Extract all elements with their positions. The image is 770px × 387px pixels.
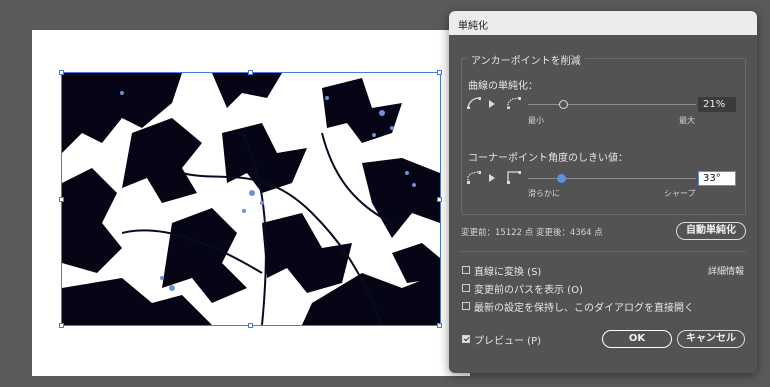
corner-threshold-label: コーナーポイント角度のしきい値：	[468, 153, 628, 164]
curve-slider-track[interactable]	[528, 104, 696, 105]
selection-handle[interactable]	[248, 70, 253, 75]
show-original-path-label: 変更前のパスを表示 (O)	[474, 285, 583, 296]
convert-straight-checkbox[interactable]	[462, 266, 470, 274]
selection-bounding-box	[61, 72, 441, 326]
corner-value-input[interactable]: 33°	[698, 171, 736, 186]
selection-handle[interactable]	[437, 70, 442, 75]
show-original-path-checkbox[interactable]	[462, 284, 470, 292]
dialog-title: 単純化	[458, 21, 488, 32]
corner-sharp-icon	[507, 171, 521, 184]
convert-straight-label: 直線に変換 (S)	[474, 267, 542, 278]
selection-handle[interactable]	[437, 323, 442, 328]
selection-handle[interactable]	[437, 197, 442, 202]
selection-handle[interactable]	[59, 323, 64, 328]
curve-slider-knob[interactable]	[558, 100, 568, 109]
curve-max-icon	[507, 97, 521, 109]
curve-value-input[interactable]: 21%	[698, 97, 736, 112]
arrow-right-icon	[489, 100, 495, 108]
point-count-text: 変更前：15122 点 変更後：4364 点	[461, 228, 603, 238]
preview-checkbox[interactable]	[462, 335, 470, 343]
corner-smooth-icon	[467, 171, 481, 184]
corner-min-label: 滑らかに	[528, 189, 560, 198]
selection-handle[interactable]	[59, 197, 64, 202]
curve-simplify-label: 曲線の単純化：	[468, 81, 538, 92]
selection-handle[interactable]	[59, 70, 64, 75]
corner-max-label: シャープ	[664, 189, 696, 198]
dialog-titlebar[interactable]: 単純化	[449, 11, 757, 35]
corner-slider-track[interactable]	[528, 178, 696, 179]
arrow-right-icon	[489, 174, 495, 182]
simplify-dialog: 単純化 アンカーポイントを削減 曲線の単純化： 最小 最大 21% コーナーポイ…	[449, 11, 757, 373]
curve-min-label: 最小	[528, 116, 544, 125]
reduce-anchor-legend: アンカーポイントを削減	[467, 52, 585, 67]
auto-simplify-button[interactable]: 自動単純化	[676, 222, 746, 240]
cancel-button[interactable]: キャンセル	[677, 330, 745, 348]
curve-max-label: 最大	[679, 116, 695, 125]
keep-settings-checkbox[interactable]	[462, 302, 470, 310]
keep-settings-label: 最新の設定を保持し、このダイアログを直接開く	[474, 303, 694, 314]
divider	[460, 251, 746, 252]
preview-label: プレビュー (P)	[474, 336, 542, 347]
curve-min-icon	[467, 97, 481, 109]
details-link[interactable]: 詳細情報	[708, 264, 744, 277]
selection-handle[interactable]	[248, 323, 253, 328]
ok-button[interactable]: OK	[602, 330, 672, 348]
